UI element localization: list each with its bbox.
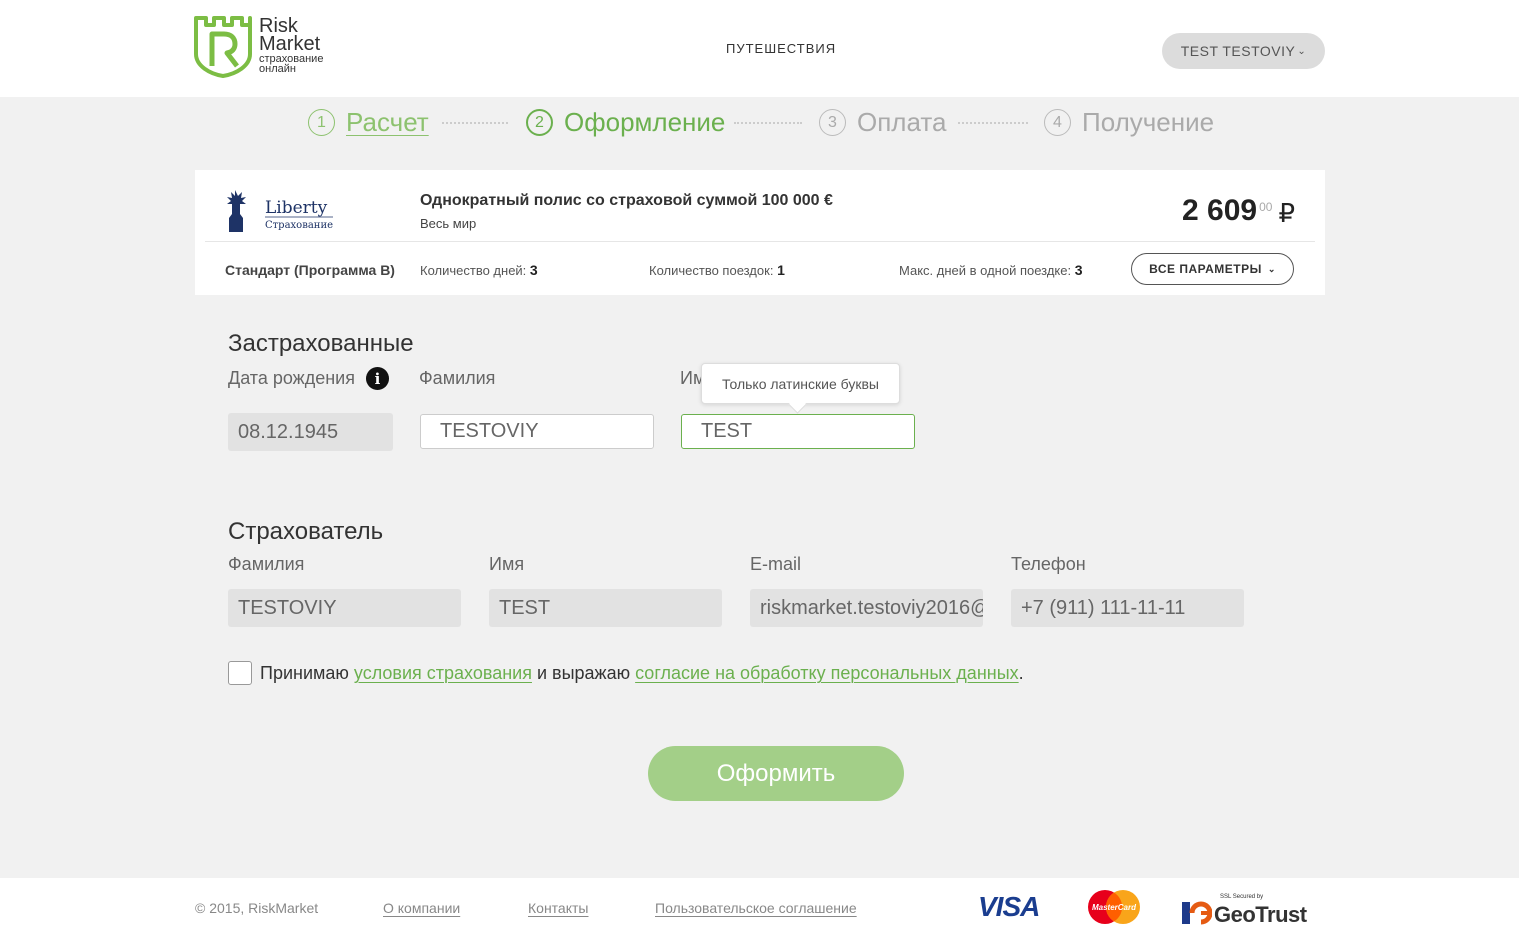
step-number: 2 xyxy=(526,109,553,136)
insurance-terms-link[interactable]: условия страхования xyxy=(354,663,532,684)
latin-only-tooltip: Только латинские буквы xyxy=(701,363,900,404)
user-agreement-link[interactable]: Пользовательское соглашение xyxy=(655,900,857,916)
insured-name-input[interactable]: TEST xyxy=(681,414,915,449)
user-menu-button[interactable]: TEST TESTOVIY ⌄ xyxy=(1162,33,1325,69)
insured-section-title: Застрахованные xyxy=(228,330,414,357)
info-icon[interactable]: i xyxy=(366,367,389,390)
trips-count: Количество поездок: 1 xyxy=(649,262,785,278)
agreement-checkbox[interactable] xyxy=(228,661,252,685)
max-days-label: Макс. дней в одной поездке: xyxy=(899,263,1072,278)
step-label: Расчет xyxy=(346,107,429,137)
birth-date-field[interactable]: 08.12.1945 xyxy=(228,413,393,451)
step-registration: 2 Оформление xyxy=(526,107,725,138)
visa-logo: VISA xyxy=(978,891,1040,922)
nav-travel-link[interactable]: ПУТЕШЕСТВИЯ xyxy=(726,41,836,56)
user-name: TEST TESTOVIY xyxy=(1180,43,1296,59)
step-label: Оплата xyxy=(857,107,947,137)
offer-region: Весь мир xyxy=(420,216,477,231)
email-label: E-mail xyxy=(750,554,802,574)
logo-line2: Market xyxy=(259,33,321,55)
phone-field[interactable]: +7 (911) 111-11-11 xyxy=(1011,589,1244,627)
days-label: Количество дней: xyxy=(420,263,527,278)
insured-surname-input[interactable]: TESTOVIY xyxy=(420,414,654,449)
all-params-label: ВСЕ ПАРАМЕТРЫ xyxy=(1149,262,1262,276)
max-days-value: 3 xyxy=(1074,262,1083,278)
policyholder-section-title: Страхователь xyxy=(228,518,384,545)
personal-data-consent-link[interactable]: согласие на обработку персональных данны… xyxy=(635,663,1019,684)
max-days: Макс. дней в одной поездке: 3 xyxy=(899,262,1083,278)
step-divider xyxy=(734,122,802,124)
step-number: 4 xyxy=(1044,109,1071,136)
trips-label: Количество поездок: xyxy=(649,263,774,278)
trips-value: 1 xyxy=(777,262,785,278)
holder-surname-label: Фамилия xyxy=(228,554,305,574)
agreement-text: и выражаю xyxy=(531,662,636,683)
logo-text: Risk Market xyxy=(259,16,321,55)
copyright: © 2015, RiskMarket xyxy=(195,900,319,916)
liberty-logo-text: Liberty xyxy=(265,198,328,218)
checkout-steps: 1 Расчет 2 Оформление 3 Оплата 4 Получен… xyxy=(0,97,1519,147)
riskmarket-logo[interactable]: Risk Market страхование онлайн xyxy=(194,16,344,80)
days-value: 3 xyxy=(529,262,538,278)
chevron-down-icon: ⌄ xyxy=(1297,45,1307,57)
mastercard-logo: MasterCard xyxy=(1088,890,1140,924)
step-number: 3 xyxy=(819,109,846,136)
ruble-icon: ₽ xyxy=(1278,198,1295,228)
step-label: Оформление xyxy=(564,107,726,137)
logo-subtitle: страхование онлайн xyxy=(259,54,323,75)
holder-name-label: Имя xyxy=(489,554,525,574)
liberty-logo-sub: Страхование xyxy=(265,220,333,231)
submit-button[interactable]: Оформить xyxy=(648,746,904,801)
email-field[interactable]: riskmarket.testoviy2016@y xyxy=(750,589,983,627)
step-number: 1 xyxy=(308,109,335,136)
logo-castle-icon xyxy=(194,16,252,78)
holder-name-field[interactable]: TEST xyxy=(489,589,722,627)
contacts-link[interactable]: Контакты xyxy=(528,900,588,916)
geotrust-caption: SSL Secured by xyxy=(1220,894,1264,900)
chevron-down-icon: ⌄ xyxy=(1267,263,1276,274)
price-main: 2 609 xyxy=(1182,194,1258,227)
birth-date-label: Дата рождения xyxy=(228,368,355,388)
card-divider xyxy=(205,241,1315,242)
step-divider xyxy=(958,122,1028,124)
site-header: Risk Market страхование онлайн ПУТЕШЕСТВ… xyxy=(0,0,1519,97)
step-label: Получение xyxy=(1082,107,1215,137)
offer-card: Liberty Страхование Однократный полис со… xyxy=(195,170,1325,295)
step-calculation[interactable]: 1 Расчет xyxy=(308,107,429,138)
all-params-button[interactable]: ВСЕ ПАРАМЕТРЫ ⌄ xyxy=(1131,253,1294,285)
insured-surname-label: Фамилия xyxy=(419,368,496,388)
geotrust-icon xyxy=(1182,901,1212,925)
about-link[interactable]: О компании xyxy=(383,900,460,916)
logo-sub2: онлайн xyxy=(259,63,296,75)
agreement-text: . xyxy=(1018,662,1024,683)
program-name: Стандарт (Программа B) xyxy=(225,262,395,278)
days-count: Количество дней: 3 xyxy=(420,262,538,278)
liberty-logo: Liberty Страхование xyxy=(227,190,333,232)
holder-surname-field[interactable]: TESTOVIY xyxy=(228,589,461,627)
offer-price: 2 609 00 ₽ xyxy=(1182,194,1295,229)
geotrust-name: GeoTrust xyxy=(1214,902,1307,927)
site-footer: © 2015, RiskMarket О компании Контакты П… xyxy=(0,878,1519,938)
geotrust-badge: SSL Secured by GeoTrust xyxy=(1182,894,1322,928)
mastercard-text: MasterCard xyxy=(1092,903,1137,912)
phone-label: Телефон xyxy=(1011,554,1086,574)
agreement-row: Принимаю условия страхования и выражаю с… xyxy=(228,661,1024,685)
price-cents: 00 xyxy=(1259,200,1273,214)
agreement-text: Принимаю xyxy=(260,662,354,683)
step-divider xyxy=(442,122,508,124)
step-payment: 3 Оплата xyxy=(819,107,946,138)
offer-title: Однократный полис со страховой суммой 10… xyxy=(420,192,833,209)
step-receiving: 4 Получение xyxy=(1044,107,1214,138)
